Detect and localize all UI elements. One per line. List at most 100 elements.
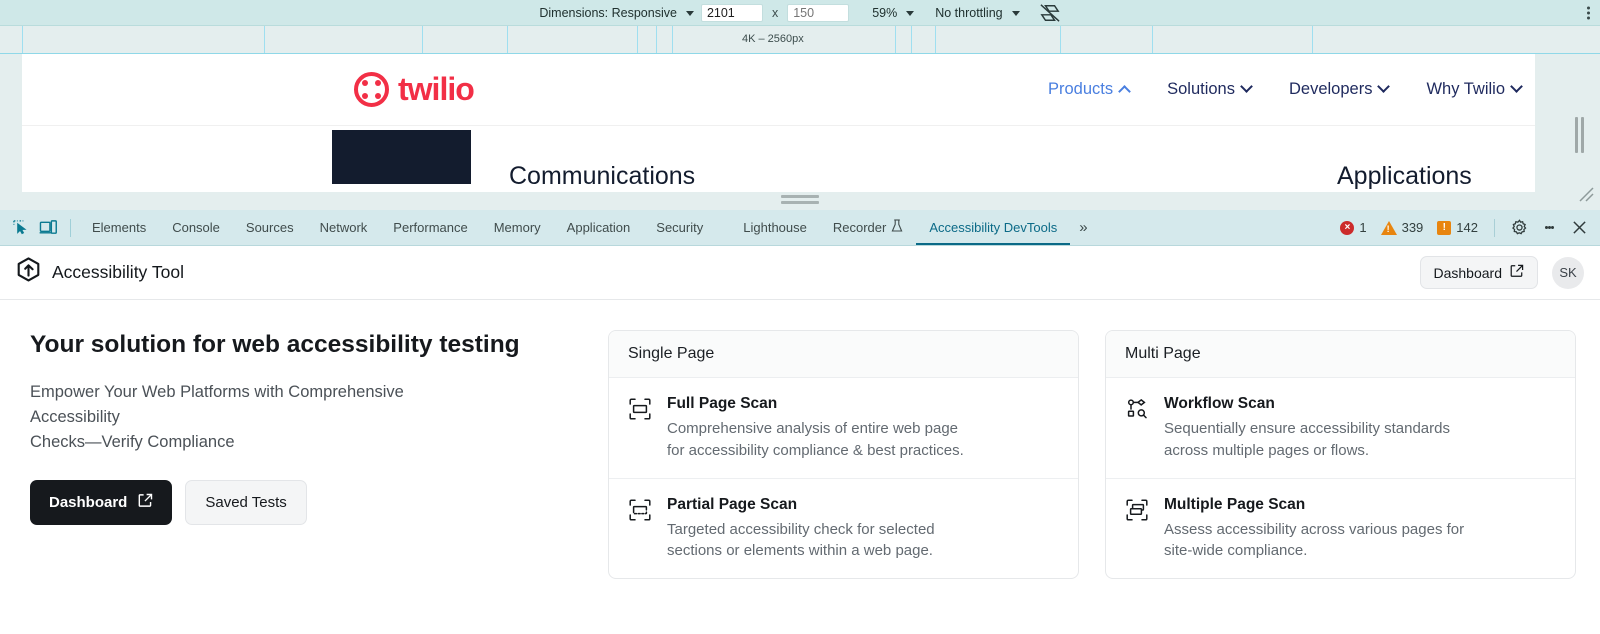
chevron-down-icon[interactable] <box>906 11 915 16</box>
nav-item-products[interactable]: Products <box>1048 80 1131 99</box>
ruler-tick <box>1152 26 1153 53</box>
tab-security[interactable]: Security <box>643 210 716 245</box>
saved-tests-button[interactable]: Saved Tests <box>185 480 307 526</box>
nav-item-developers[interactable]: Developers <box>1288 80 1391 99</box>
devtools-tabs: Elements Console Sources Network Perform… <box>79 210 1070 245</box>
dimension-separator: x <box>771 5 779 20</box>
tab-elements[interactable]: Elements <box>79 210 159 245</box>
ruler-tick <box>1312 26 1313 53</box>
devtools-status-area: × 1 339 ! 142 <box>1335 215 1592 241</box>
ruler-tick <box>911 26 912 53</box>
info-count-badge[interactable]: ! 142 <box>1432 220 1483 235</box>
device-toolbar-icon[interactable] <box>34 215 62 241</box>
single-page-card-heading: Single Page <box>609 331 1078 378</box>
tab-label: Network <box>319 220 368 235</box>
tab-label: Elements <box>92 220 147 235</box>
twilio-logo[interactable]: twilio <box>354 71 475 108</box>
status-divider <box>1494 218 1495 237</box>
scan-option-description: Targeted accessibility check for selecte… <box>667 519 935 563</box>
ruler-tick <box>1060 26 1061 53</box>
dimensions-dropdown[interactable]: Dimensions: Responsive <box>539 6 677 20</box>
warning-count-badge[interactable]: 339 <box>1376 220 1429 235</box>
tab-accessibility-devtools[interactable]: Accessibility DevTools <box>916 210 1070 245</box>
ruler-tick <box>507 26 508 53</box>
inspect-element-icon[interactable] <box>6 215 34 241</box>
tab-memory[interactable]: Memory <box>481 210 554 245</box>
more-tabs-icon[interactable]: » <box>1070 219 1096 236</box>
scan-option-full-page[interactable]: Full Page Scan Comprehensive analysis of… <box>609 378 1078 478</box>
page-title: Your solution for web accessibility test… <box>30 331 520 358</box>
tab-performance[interactable]: Performance <box>380 210 480 245</box>
scan-option-workflow[interactable]: Workflow Scan Sequentially ensure access… <box>1106 378 1575 478</box>
tab-network[interactable]: Network <box>307 210 381 245</box>
subtitle-line-3: Checks—Verify Compliance <box>30 433 235 452</box>
description-line-1: Sequentially ensure accessibility standa… <box>1164 420 1450 437</box>
device-bar-more-options-icon[interactable] <box>1587 6 1590 19</box>
scan-option-title: Partial Page Scan <box>667 495 798 513</box>
devtools-drawer-drag-handle[interactable] <box>781 195 819 204</box>
scan-option-multiple-page[interactable]: Multiple Page Scan Assess accessibility … <box>1106 477 1575 579</box>
page-subtitle: Empower Your Web Platforms with Comprehe… <box>30 380 582 456</box>
description-line-2: sections or elements within a web page. <box>667 542 933 560</box>
extension-header-actions: Dashboard SK <box>1419 256 1584 289</box>
dashboard-button[interactable]: Dashboard <box>30 480 173 526</box>
partial-page-scan-icon <box>628 496 652 563</box>
nav-item-solutions[interactable]: Solutions <box>1167 80 1253 99</box>
viewport-height-input[interactable] <box>787 3 850 22</box>
description-line-1: Comprehensive analysis of entire web pag… <box>667 420 958 437</box>
tab-lighthouse[interactable]: Lighthouse <box>730 210 820 245</box>
ruler-tick <box>656 26 657 53</box>
tab-recorder[interactable]: Recorder <box>820 210 916 245</box>
tab-application[interactable]: Application <box>554 210 644 245</box>
scan-option-partial-page[interactable]: Partial Page Scan Targeted accessibility… <box>609 477 1078 579</box>
header-dashboard-button[interactable]: Dashboard <box>1419 256 1538 289</box>
devtools-tab-bar: Elements Console Sources Network Perform… <box>0 210 1600 246</box>
gear-icon[interactable] <box>1506 215 1532 241</box>
rotate-device-icon[interactable] <box>1039 3 1061 23</box>
chevron-up-icon <box>1118 85 1131 98</box>
ruler-tick <box>672 26 673 53</box>
viewport-corner-resize-handle[interactable] <box>1576 184 1594 202</box>
scan-option-text: Full Page Scan Comprehensive analysis of… <box>667 395 964 462</box>
nav-item-label: Solutions <box>1167 80 1235 98</box>
tab-sources[interactable]: Sources <box>233 210 307 245</box>
tab-console[interactable]: Console <box>159 210 233 245</box>
ruler-marker-label: 4K – 2560px <box>742 33 804 45</box>
devtools-more-options-icon[interactable] <box>1536 215 1562 241</box>
viewport-width-input[interactable] <box>700 3 763 22</box>
throttling-dropdown[interactable]: No throttling <box>935 6 1002 20</box>
viewport-width-resize-handle[interactable] <box>1575 117 1586 153</box>
multi-page-card-heading: Multi Page <box>1106 331 1575 378</box>
description-line-2: for accessibility compliance & best prac… <box>667 441 964 459</box>
page-frame: twilio Products Solutions Developers Why… <box>22 54 1535 192</box>
extension-body: Your solution for web accessibility test… <box>0 300 1600 579</box>
error-count: 1 <box>1359 220 1367 235</box>
tab-label: Performance <box>393 220 468 235</box>
ruler-tick <box>422 26 423 53</box>
error-count-badge[interactable]: × 1 <box>1335 220 1371 235</box>
accessibility-extension-panel: Accessibility Tool Dashboard SK Your sol… <box>0 246 1600 634</box>
description-line-1: Assess accessibility across various page… <box>1164 520 1465 538</box>
extension-header: Accessibility Tool Dashboard SK <box>0 246 1600 300</box>
dashboard-button-label: Dashboard <box>49 494 128 512</box>
tab-label: Security <box>656 220 704 235</box>
chevron-down-icon[interactable] <box>1011 11 1020 16</box>
extension-title: Accessibility Tool <box>52 262 184 282</box>
user-avatar[interactable]: SK <box>1552 256 1584 289</box>
ruler-tick <box>935 26 936 53</box>
device-emulation-toolbar: Dimensions: Responsive x 59% No throttli… <box>0 0 1600 26</box>
info-count: 142 <box>1456 220 1478 235</box>
scan-option-description: Assess accessibility across various page… <box>1164 519 1464 563</box>
zoom-level-dropdown[interactable]: 59% <box>872 6 897 20</box>
full-page-scan-icon <box>628 395 652 462</box>
chevron-down-icon[interactable] <box>685 11 694 16</box>
tab-label: Application <box>566 220 631 235</box>
close-icon[interactable] <box>1566 215 1592 241</box>
nav-item-why-twilio[interactable]: Why Twilio <box>1426 80 1523 99</box>
scan-option-text: Multiple Page Scan Assess accessibility … <box>1164 496 1464 563</box>
nav-item-label: Developers <box>1288 80 1373 98</box>
warning-icon <box>1380 220 1397 235</box>
scan-option-title: Full Page Scan <box>667 395 778 412</box>
ruler-tick <box>895 26 896 53</box>
tab-label: Memory <box>493 220 541 235</box>
